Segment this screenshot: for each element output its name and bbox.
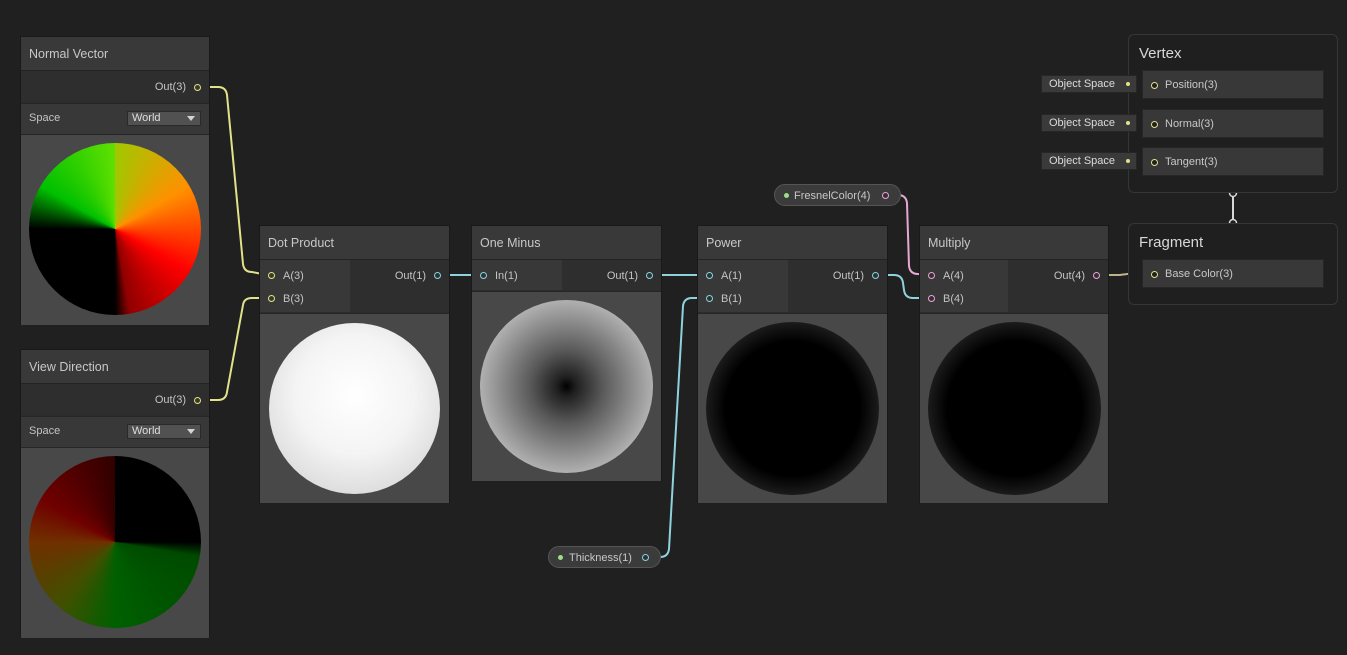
node-ports: A(3) B(3) Out(1) <box>260 260 449 312</box>
node-ports: A(1) B(1) Out(1) <box>698 260 887 312</box>
node-preview <box>920 313 1108 503</box>
preview-sphere <box>706 322 879 495</box>
out-port-label: Out(1) <box>832 270 864 282</box>
space-label: Space <box>29 425 61 437</box>
block-input-connector[interactable] <box>1151 121 1158 128</box>
preview-sphere <box>928 322 1101 495</box>
in-port-a-connector[interactable] <box>268 272 275 279</box>
dot-product-node[interactable]: Dot Product A(3) B(3) Out(1) <box>260 226 449 503</box>
fragment-title: Fragment <box>1139 234 1204 251</box>
in-port-connector[interactable] <box>480 272 487 279</box>
space-field-label: Object Space <box>1049 78 1116 90</box>
vertex-block-position[interactable]: Position(3) <box>1142 70 1324 99</box>
vertex-context[interactable]: Vertex Position(3) Normal(3) Tangent(3) <box>1128 34 1338 193</box>
position-space-field[interactable]: Object Space <box>1041 75 1137 93</box>
space-field-label: Object Space <box>1049 155 1116 167</box>
fragment-block-base-color[interactable]: Base Color(3) <box>1142 259 1324 288</box>
out-port-label: Out(1) <box>394 270 426 282</box>
property-indicator <box>558 555 563 560</box>
block-input-connector[interactable] <box>1151 82 1158 89</box>
vertex-block-normal[interactable]: Normal(3) <box>1142 109 1324 138</box>
space-setting-row: Space World <box>21 103 209 134</box>
block-label: Base Color(3) <box>1165 268 1233 280</box>
node-title: View Direction <box>21 350 209 384</box>
node-ports: A(4) B(4) Out(4) <box>920 260 1108 312</box>
space-setting-row: Space World <box>21 416 209 447</box>
node-title: Dot Product <box>260 226 449 260</box>
out-port-label: Out(4) <box>1053 270 1085 282</box>
node-preview <box>21 447 209 638</box>
node-title: One Minus <box>472 226 661 260</box>
space-dropdown-value: World <box>132 112 161 124</box>
fragment-context[interactable]: Fragment Base Color(3) <box>1128 223 1338 305</box>
property-indicator <box>784 193 789 198</box>
block-input-connector[interactable] <box>1151 159 1158 166</box>
out-port-connector[interactable] <box>194 397 201 404</box>
block-input-connector[interactable] <box>1151 271 1158 278</box>
power-node[interactable]: Power A(1) B(1) Out(1) <box>698 226 887 503</box>
space-dropdown[interactable]: World <box>127 424 201 439</box>
space-field-connector <box>1126 82 1130 86</box>
node-title: Normal Vector <box>21 37 209 71</box>
block-label: Normal(3) <box>1165 118 1214 130</box>
in-port-a-label: A(3) <box>283 270 304 282</box>
in-port-b-connector[interactable] <box>928 295 935 302</box>
node-title: Power <box>698 226 887 260</box>
space-dropdown[interactable]: World <box>127 111 201 126</box>
out-port-connector[interactable] <box>872 272 879 279</box>
block-label: Tangent(3) <box>1165 156 1218 168</box>
space-field-connector <box>1126 121 1130 125</box>
space-dropdown-value: World <box>132 425 161 437</box>
block-label: Position(3) <box>1165 79 1218 91</box>
preview-sphere <box>480 300 653 473</box>
node-ports: In(1) Out(1) <box>472 260 661 290</box>
shader-graph-canvas[interactable]: Normal Vector Out(3) Space World View Di… <box>0 0 1347 655</box>
node-title: Multiply <box>920 226 1108 260</box>
multiply-node[interactable]: Multiply A(4) B(4) Out(4) <box>920 226 1108 503</box>
in-port-b-label: B(3) <box>283 293 304 305</box>
in-port-b-connector[interactable] <box>706 295 713 302</box>
node-preview <box>698 313 887 503</box>
in-port-a-connector[interactable] <box>928 272 935 279</box>
out-port-connector[interactable] <box>646 272 653 279</box>
thickness-property[interactable]: Thickness(1) <box>548 546 661 568</box>
property-out-connector[interactable] <box>642 554 649 561</box>
preview-sphere <box>269 323 440 494</box>
fresnel-color-property[interactable]: FresnelColor(4) <box>774 184 901 206</box>
in-port-a-label: A(4) <box>943 270 964 282</box>
out-port-connector[interactable] <box>434 272 441 279</box>
chevron-down-icon <box>187 429 195 434</box>
one-minus-node[interactable]: One Minus In(1) Out(1) <box>472 226 661 481</box>
normal-space-field[interactable]: Object Space <box>1041 114 1137 132</box>
space-field-connector <box>1126 159 1130 163</box>
space-field-label: Object Space <box>1049 117 1116 129</box>
node-preview <box>21 134 209 325</box>
property-out-connector[interactable] <box>882 192 889 199</box>
chevron-down-icon <box>187 116 195 121</box>
property-label: Thickness(1) <box>569 552 632 564</box>
out-port-label: Out(3) <box>154 81 186 93</box>
preview-sphere <box>29 456 201 628</box>
property-label: FresnelColor(4) <box>794 190 871 202</box>
in-port-b-label: B(4) <box>943 293 964 305</box>
preview-sphere <box>29 143 201 315</box>
space-label: Space <box>29 112 61 124</box>
in-port-a-connector[interactable] <box>706 272 713 279</box>
node-preview <box>472 291 661 481</box>
node-preview <box>260 313 449 503</box>
out-port-label: Out(1) <box>606 270 638 282</box>
in-port-b-label: B(1) <box>721 293 742 305</box>
in-port-b-connector[interactable] <box>268 295 275 302</box>
in-port-label: In(1) <box>495 270 518 282</box>
view-direction-node[interactable]: View Direction Out(3) Space World <box>21 350 209 638</box>
vertex-block-tangent[interactable]: Tangent(3) <box>1142 147 1324 176</box>
tangent-space-field[interactable]: Object Space <box>1041 152 1137 170</box>
out-port-connector[interactable] <box>1093 272 1100 279</box>
in-port-a-label: A(1) <box>721 270 742 282</box>
normal-vector-node[interactable]: Normal Vector Out(3) Space World <box>21 37 209 325</box>
out-port-connector[interactable] <box>194 84 201 91</box>
vertex-title: Vertex <box>1139 45 1182 62</box>
out-port-label: Out(3) <box>154 394 186 406</box>
